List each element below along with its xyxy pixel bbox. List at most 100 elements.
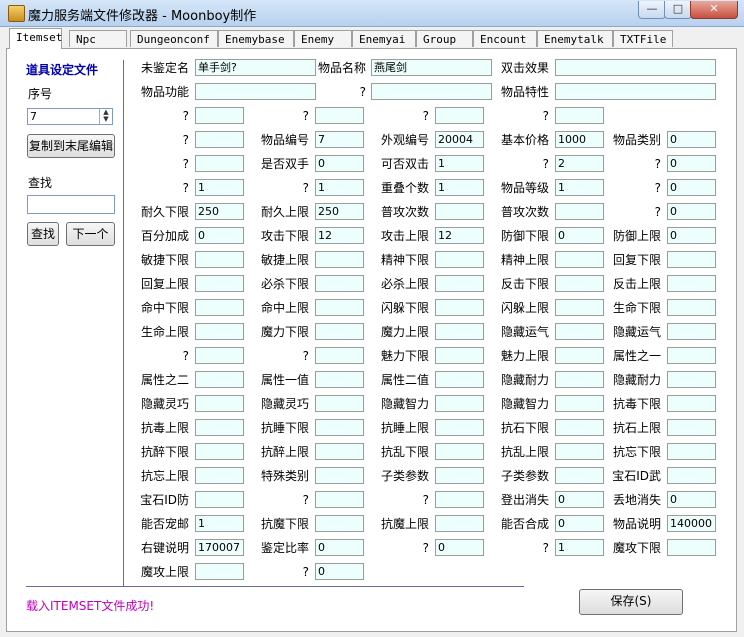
field-input[interactable]: 0	[667, 155, 716, 172]
field-input[interactable]: 1	[195, 179, 244, 196]
field-input[interactable]	[195, 563, 244, 580]
field-input[interactable]: 170007	[195, 539, 244, 556]
field-input[interactable]	[195, 419, 244, 436]
field-input[interactable]	[195, 83, 316, 100]
tab-txtfile[interactable]: TXTFile	[613, 30, 673, 47]
field-input[interactable]: 1	[435, 155, 484, 172]
field-input[interactable]	[555, 419, 604, 436]
field-input[interactable]	[315, 323, 364, 340]
close-button[interactable]: ✕	[690, 1, 738, 19]
field-input[interactable]	[555, 323, 604, 340]
field-input[interactable]	[435, 347, 484, 364]
field-input[interactable]: 250	[195, 203, 244, 220]
field-input[interactable]	[435, 323, 484, 340]
field-input[interactable]: 0	[555, 515, 604, 532]
tab-encount[interactable]: Encount	[473, 30, 537, 47]
field-input[interactable]	[555, 443, 604, 460]
field-input[interactable]	[435, 515, 484, 532]
field-input[interactable]	[667, 299, 716, 316]
field-input[interactable]	[195, 467, 244, 484]
field-input[interactable]	[667, 347, 716, 364]
tab-enemy[interactable]: Enemy	[294, 30, 352, 47]
field-input[interactable]	[435, 443, 484, 460]
field-input[interactable]	[555, 251, 604, 268]
tab-itemset[interactable]: Itemset	[9, 28, 62, 49]
tab-enemytalk[interactable]: Enemytalk	[537, 30, 613, 47]
field-input[interactable]	[315, 491, 364, 508]
field-input[interactable]	[555, 395, 604, 412]
field-input[interactable]	[315, 395, 364, 412]
field-input[interactable]	[315, 107, 364, 124]
field-input[interactable]: 0	[667, 491, 716, 508]
field-input[interactable]	[195, 131, 244, 148]
field-input[interactable]	[371, 83, 492, 100]
field-input[interactable]	[667, 539, 716, 556]
field-input[interactable]: 1	[195, 515, 244, 532]
field-input[interactable]	[435, 299, 484, 316]
field-input[interactable]: 0	[667, 227, 716, 244]
field-input[interactable]	[195, 155, 244, 172]
search-button[interactable]: 查找	[27, 222, 59, 246]
next-button[interactable]: 下一个	[66, 222, 115, 246]
field-input[interactable]	[315, 275, 364, 292]
field-input[interactable]	[315, 371, 364, 388]
field-input[interactable]: 0	[555, 491, 604, 508]
field-input[interactable]	[315, 443, 364, 460]
field-input[interactable]	[555, 59, 716, 76]
field-input[interactable]	[667, 371, 716, 388]
field-input[interactable]: 0	[555, 227, 604, 244]
field-input[interactable]	[555, 83, 716, 100]
field-input[interactable]	[555, 107, 604, 124]
field-input[interactable]	[195, 275, 244, 292]
field-input[interactable]: 燕尾剑	[371, 59, 492, 76]
spin-arrows-icon[interactable]: ▲ ▼	[99, 109, 112, 124]
field-input[interactable]: 12	[315, 227, 364, 244]
field-input[interactable]	[555, 299, 604, 316]
field-input[interactable]	[667, 419, 716, 436]
field-input[interactable]	[195, 443, 244, 460]
field-input[interactable]: 20004	[435, 131, 484, 148]
field-input[interactable]	[315, 299, 364, 316]
field-input[interactable]	[667, 467, 716, 484]
field-input[interactable]	[195, 395, 244, 412]
field-input[interactable]	[315, 515, 364, 532]
field-input[interactable]	[435, 107, 484, 124]
field-input[interactable]: 0	[195, 227, 244, 244]
field-input[interactable]: 单手剑?	[195, 59, 316, 76]
field-input[interactable]	[435, 467, 484, 484]
search-input[interactable]	[27, 195, 115, 214]
field-input[interactable]: 1	[555, 539, 604, 556]
field-input[interactable]	[195, 299, 244, 316]
field-input[interactable]	[667, 395, 716, 412]
field-input[interactable]: 1	[555, 179, 604, 196]
tab-npc[interactable]: Npc	[69, 30, 127, 47]
field-input[interactable]	[195, 107, 244, 124]
field-input[interactable]: 1	[435, 179, 484, 196]
field-input[interactable]	[315, 419, 364, 436]
field-input[interactable]: 7	[315, 131, 364, 148]
field-input[interactable]	[435, 491, 484, 508]
field-input[interactable]	[555, 203, 604, 220]
field-input[interactable]	[195, 251, 244, 268]
field-input[interactable]	[195, 347, 244, 364]
field-input[interactable]: 0	[315, 539, 364, 556]
save-button[interactable]: 保存(S)	[579, 589, 683, 615]
field-input[interactable]: 2	[555, 155, 604, 172]
field-input[interactable]	[667, 251, 716, 268]
field-input[interactable]	[667, 443, 716, 460]
field-input[interactable]	[195, 491, 244, 508]
field-input[interactable]	[435, 203, 484, 220]
copy-to-end-button[interactable]: 复制到末尾编辑	[27, 134, 115, 158]
field-input[interactable]: 0	[315, 155, 364, 172]
tab-enemybase[interactable]: Enemybase	[218, 30, 294, 47]
field-input[interactable]: 250	[315, 203, 364, 220]
field-input[interactable]	[195, 371, 244, 388]
field-input[interactable]: 1000	[555, 131, 604, 148]
field-input[interactable]: 1	[315, 179, 364, 196]
field-input[interactable]	[555, 347, 604, 364]
field-input[interactable]	[315, 347, 364, 364]
tab-group[interactable]: Group	[416, 30, 473, 47]
field-input[interactable]	[555, 371, 604, 388]
field-input[interactable]: 0	[315, 563, 364, 580]
field-input[interactable]	[315, 467, 364, 484]
